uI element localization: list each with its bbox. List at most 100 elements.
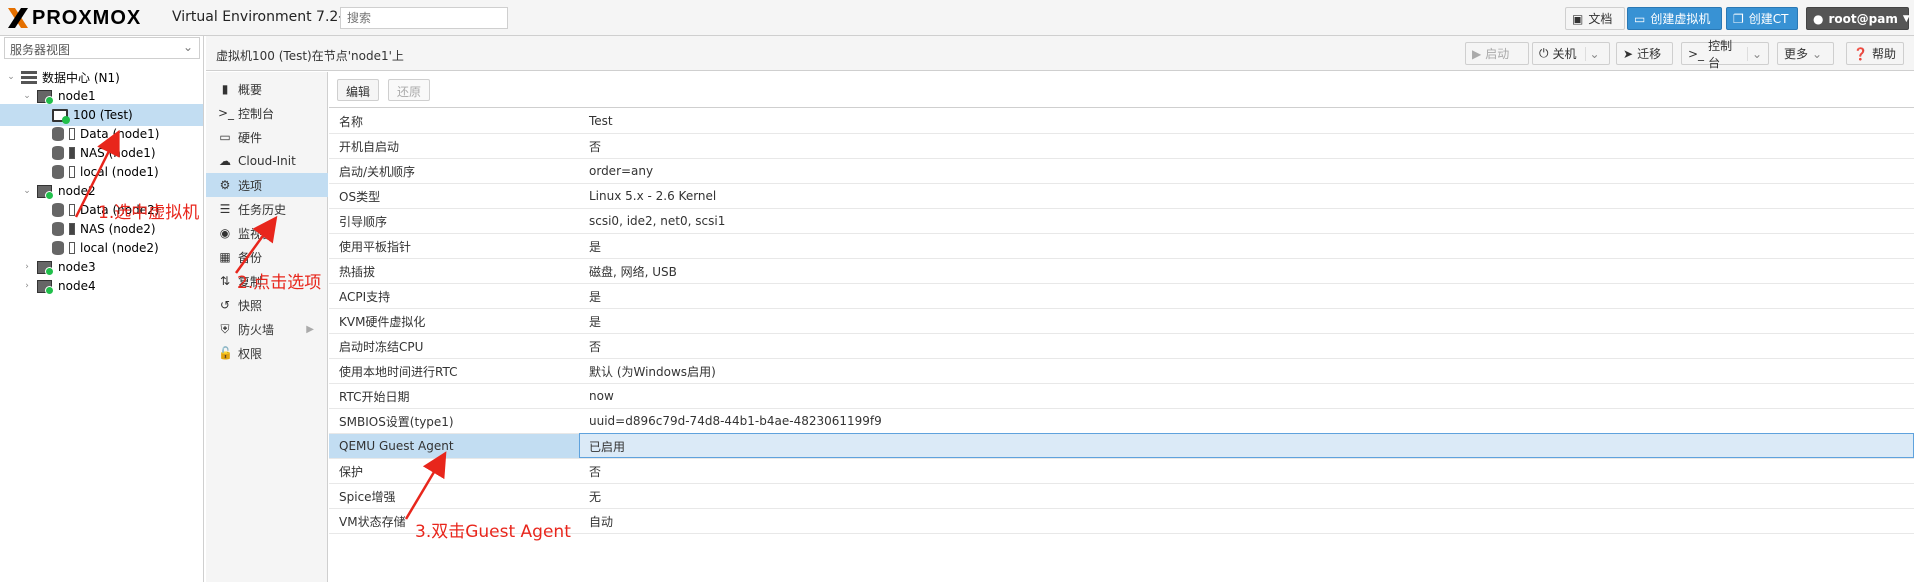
- option-key: 启动时冻结CPU: [339, 339, 424, 354]
- option-key: QEMU Guest Agent: [339, 439, 454, 453]
- help-label: 帮助: [1871, 47, 1896, 61]
- table-row[interactable]: 热插拔 磁盘, 网络, USB: [329, 259, 1914, 284]
- vm-header: 虚拟机100 (Test)在节点'node1'上 ▶ 启动 ⏻ 关机 ⌄ ➤ 迁…: [206, 36, 1914, 71]
- option-value: 自动: [589, 514, 614, 529]
- gear-icon: ⚙: [219, 178, 231, 192]
- send-icon: ➤: [1623, 46, 1634, 61]
- console-button[interactable]: >_ 控制台 ⌄: [1681, 39, 1769, 70]
- tree-item-label: node4: [58, 279, 96, 293]
- view-selector[interactable]: 服务器视图 ⌄: [4, 37, 200, 59]
- expand-icon[interactable]: ›: [22, 262, 32, 272]
- table-row[interactable]: Spice增强 无: [329, 484, 1914, 509]
- table-row[interactable]: 保护 否: [329, 459, 1914, 484]
- server-online-icon: [37, 89, 54, 105]
- table-row[interactable]: 开机自启动 否: [329, 134, 1914, 159]
- console-label: 控制台: [1708, 38, 1733, 70]
- tree-item-node4[interactable]: › node4: [22, 275, 203, 297]
- table-row[interactable]: 名称 Test: [329, 109, 1914, 134]
- option-key: 名称: [339, 114, 364, 129]
- nav-snapshots[interactable]: ↺ 快照: [206, 293, 328, 317]
- table-row[interactable]: SMBIOS设置(type1) uuid=d896c79d-74d8-44b1-b…: [329, 409, 1914, 434]
- create-vm-button[interactable]: ▭ 创建虚拟机: [1627, 7, 1722, 30]
- database-icon: [52, 203, 64, 217]
- table-row[interactable]: 启动时冻结CPU 否: [329, 334, 1914, 359]
- option-key: 热插拔: [339, 264, 376, 279]
- tree-item-label: node2: [58, 184, 96, 198]
- cloud-icon: ☁: [219, 154, 231, 168]
- nav-monitor[interactable]: ◉ 监视器: [206, 221, 328, 245]
- more-button[interactable]: 更多 ⌄: [1777, 42, 1834, 65]
- option-key: 保护: [339, 464, 364, 479]
- nav-hardware[interactable]: ▭ 硬件: [206, 125, 328, 149]
- revert-label: 还原: [397, 85, 422, 99]
- shutdown-button[interactable]: ⏻ 关机 ⌄: [1532, 42, 1610, 65]
- shield-icon: ⛨: [220, 321, 230, 336]
- table-row[interactable]: 启动/关机顺序 order=any: [329, 159, 1914, 184]
- help-button[interactable]: ❓ 帮助: [1846, 42, 1904, 65]
- create-ct-button[interactable]: ❐ 创建CT: [1726, 7, 1798, 30]
- option-value: scsi0, ide2, net0, scsi1: [589, 214, 726, 228]
- table-row[interactable]: KVM硬件虚拟化 是: [329, 309, 1914, 334]
- option-value: now: [589, 389, 614, 403]
- option-key: 开机自启动: [339, 139, 400, 154]
- server-online-icon: [37, 184, 54, 200]
- table-row[interactable]: 使用平板指针 是: [329, 234, 1914, 259]
- chevron-down-icon[interactable]: ⌄: [1584, 46, 1600, 61]
- table-row[interactable]: 引导顺序 scsi0, ide2, net0, scsi1: [329, 209, 1914, 234]
- start-button[interactable]: ▶ 启动: [1465, 42, 1529, 65]
- chevron-down-icon[interactable]: ⌄: [1746, 46, 1762, 61]
- option-key: 启动/关机顺序: [339, 164, 416, 179]
- user-icon: ●: [1813, 11, 1824, 26]
- storage-status-icon: [69, 223, 75, 235]
- user-label: root@pam: [1828, 11, 1898, 26]
- top-bar: PROXMOX Virtual Environment 7.2-3 ▣ 文档 ▭…: [0, 0, 1914, 36]
- tree-item-label: NAS (node1): [80, 146, 156, 160]
- selected-cell: [579, 433, 1914, 458]
- collapse-icon[interactable]: ⌄: [6, 72, 16, 82]
- table-row-selected[interactable]: QEMU Guest Agent 已启用: [329, 433, 1914, 459]
- power-icon: ⏻: [1539, 46, 1549, 60]
- nav-firewall[interactable]: ⛨ 防火墙 ▶: [206, 317, 328, 341]
- nav-permissions[interactable]: 🔓 权限: [206, 341, 328, 365]
- search-input[interactable]: [340, 7, 508, 29]
- nav-label: 硬件: [238, 130, 263, 145]
- table-row[interactable]: RTC开始日期 now: [329, 384, 1914, 409]
- nav-console[interactable]: >_ 控制台: [206, 101, 328, 125]
- nav-cloud-init[interactable]: ☁ Cloud-Init: [206, 149, 328, 173]
- option-value: Linux 5.x - 2.6 Kernel: [589, 189, 717, 203]
- terminal-icon: >_: [218, 106, 235, 120]
- database-icon: [52, 127, 64, 141]
- expand-icon[interactable]: ›: [22, 281, 32, 291]
- option-key: RTC开始日期: [339, 389, 410, 404]
- eye-icon: ◉: [219, 226, 231, 240]
- tree-item-label: 数据中心 (N1): [42, 70, 120, 85]
- nav-options[interactable]: ⚙ 选项: [206, 173, 328, 197]
- option-value: 否: [589, 464, 602, 479]
- option-value: 已启用: [589, 439, 626, 454]
- proxmox-x-icon: [8, 8, 28, 28]
- option-key: 引导顺序: [339, 214, 388, 229]
- monitor-icon: ▭: [219, 130, 231, 144]
- edit-button[interactable]: 编辑: [337, 79, 380, 101]
- migrate-label: 迁移: [1637, 47, 1662, 61]
- collapse-icon[interactable]: ⌄: [22, 186, 32, 196]
- nav-task-history[interactable]: ☰ 任务历史: [206, 197, 328, 221]
- nav-backup[interactable]: ▦ 备份: [206, 245, 328, 269]
- docs-button[interactable]: ▣ 文档: [1565, 7, 1625, 30]
- table-row[interactable]: 使用本地时间进行RTC 默认 (为Windows启用): [329, 359, 1914, 384]
- nav-label: 快照: [238, 298, 263, 313]
- create-vm-label: 创建虚拟机: [1650, 12, 1711, 26]
- migrate-button[interactable]: ➤ 迁移: [1616, 42, 1673, 65]
- user-menu-button[interactable]: ● root@pam ▼: [1806, 7, 1910, 30]
- storage-status-icon: [69, 204, 75, 216]
- collapse-icon[interactable]: ⌄: [22, 91, 32, 101]
- revert-button[interactable]: 还原: [388, 79, 431, 101]
- chevron-down-icon: ▼: [1902, 13, 1910, 24]
- table-row[interactable]: ACPI支持 是: [329, 284, 1914, 309]
- table-row[interactable]: OS类型 Linux 5.x - 2.6 Kernel: [329, 184, 1914, 209]
- database-icon: [52, 222, 64, 236]
- nav-label: 防火墙: [238, 322, 275, 337]
- resource-tree-panel: 服务器视图 ⌄ ⌄ 数据中心 (N1) ⌄ node1 100 (Test) D…: [0, 36, 204, 582]
- nav-summary[interactable]: ▮ 概要: [206, 77, 328, 101]
- question-icon: ❓: [1853, 46, 1868, 61]
